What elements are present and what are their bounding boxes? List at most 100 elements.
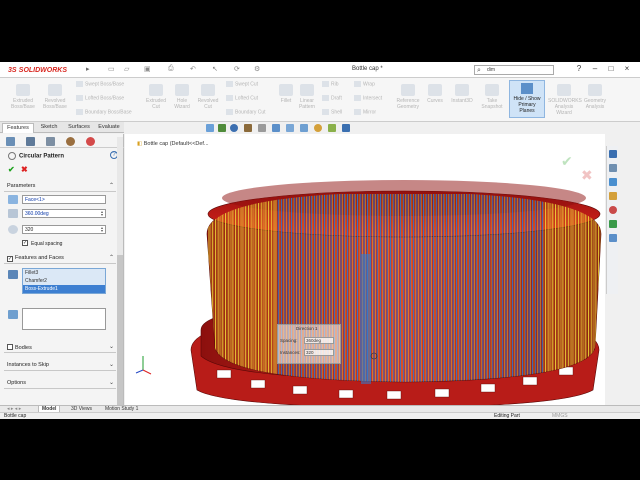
design-library-icon[interactable] — [609, 178, 617, 186]
rebuild-icon[interactable]: ⟳ — [234, 65, 240, 75]
display-manager-icon[interactable] — [86, 137, 95, 146]
circular-pattern-icon — [8, 152, 16, 160]
open-document-icon[interactable]: ▱ — [124, 65, 129, 75]
mirror-button[interactable]: Mirror — [354, 109, 376, 115]
scrollbar-thumb[interactable] — [117, 255, 123, 415]
reference-geometry-button[interactable]: Reference Geometry — [392, 84, 424, 110]
instant3d-button[interactable]: Instant3D — [448, 84, 476, 104]
revolved-boss-button[interactable]: Revolved Boss/Base — [40, 84, 70, 110]
command-manager-ribbon: Extruded Boss/Base Revolved Boss/Base Sw… — [0, 78, 640, 122]
confirmation-corner[interactable]: ✔ ✖ — [561, 154, 593, 184]
wrap-button[interactable]: Wrap — [354, 81, 375, 87]
close-button[interactable]: × — [622, 64, 632, 75]
graphics-area[interactable]: ◧ Bottle cap (Default<<Def... ✔ ✖ Direct… — [125, 134, 605, 405]
lofted-boss-button[interactable]: Lofted Boss/Base — [76, 95, 124, 101]
instances-spinner[interactable]: ▴ ▾ — [99, 226, 105, 233]
instances-to-skip-section-header[interactable]: Instances to Skip ⌄ — [4, 361, 116, 371]
draft-button[interactable]: Draft — [322, 95, 342, 101]
ok-check-icon[interactable]: ✔ — [8, 165, 15, 174]
bodies-checkbox[interactable] — [7, 344, 13, 350]
feature-manager-icon[interactable] — [6, 137, 15, 146]
features-faces-checkbox[interactable]: ✓ — [7, 256, 13, 262]
extruded-cut-button[interactable]: Extruded Cut — [142, 84, 170, 110]
status-units[interactable]: MMGS — [552, 413, 568, 419]
dynamic-annotation-icon[interactable] — [258, 124, 266, 132]
shell-button[interactable]: Shell — [322, 109, 342, 115]
lofted-cut-button[interactable]: Lofted Cut — [226, 95, 258, 101]
help-button[interactable]: ? — [574, 64, 584, 75]
undo-icon[interactable]: ↶ — [190, 65, 196, 75]
linear-pattern-button[interactable]: Linear Pattern — [296, 84, 318, 110]
cancel-x-icon[interactable]: ✖ — [21, 165, 28, 174]
hole-wizard-button[interactable]: Hole Wizard — [170, 84, 194, 110]
tab-sketch[interactable]: Sketch — [36, 123, 62, 133]
solidworks-forum-icon[interactable] — [609, 234, 617, 242]
custom-properties-icon[interactable] — [609, 220, 617, 228]
hide-show-items-icon[interactable] — [300, 124, 308, 132]
extruded-boss-button[interactable]: Extruded Boss/Base — [8, 84, 38, 110]
resources-icon[interactable] — [609, 164, 617, 172]
revolved-cut-button[interactable]: Revolved Cut — [194, 84, 222, 110]
list-item[interactable]: Chamfer2 — [23, 277, 105, 285]
file-explorer-icon[interactable] — [609, 192, 617, 200]
hide-show-primary-planes-button[interactable]: Hide / Show Primary Planes — [509, 80, 545, 118]
curves-button[interactable]: Curves — [424, 84, 446, 104]
select-icon[interactable]: ↖ — [212, 65, 218, 75]
edit-appearance-icon[interactable] — [314, 124, 322, 132]
faces-list[interactable] — [22, 308, 106, 330]
intersect-button[interactable]: Intersect — [354, 95, 382, 101]
new-document-icon[interactable]: ▭ — [108, 65, 115, 75]
view-orientation-icon[interactable] — [272, 124, 280, 132]
analysis-wizard-button[interactable]: SOLIDWORKS Analysis Wizard — [548, 84, 582, 116]
tab-surfaces[interactable]: Surfaces — [64, 123, 94, 133]
bottle-cap-model[interactable]: ✔ ✖ — [125, 134, 605, 405]
zoom-to-fit-icon[interactable] — [206, 124, 214, 132]
list-item[interactable]: Fillet3 — [23, 269, 105, 277]
angle-field[interactable]: 360.00deg ▴ ▾ — [22, 209, 106, 218]
list-item-selected[interactable]: Boss-Extrude1 — [23, 285, 105, 293]
features-faces-section-header[interactable]: ✓ Features and Faces ⌃ — [4, 254, 116, 264]
panel-scrollbar[interactable] — [117, 137, 123, 415]
tab-features[interactable]: Features — [2, 123, 34, 133]
bodies-section-header[interactable]: Bodies ⌄ — [4, 343, 116, 353]
features-list[interactable]: Fillet3 Chamfer2 Boss-Extrude1 — [22, 268, 106, 294]
fillet-button[interactable]: Fillet — [276, 84, 296, 104]
apply-scene-icon[interactable] — [328, 124, 336, 132]
previous-view-icon[interactable] — [230, 124, 238, 132]
maximize-button[interactable]: □ — [606, 64, 616, 75]
swept-boss-button[interactable]: Swept Boss/Base — [76, 81, 124, 87]
geometry-analysis-button[interactable]: Geometry Analysis — [580, 84, 610, 110]
configuration-manager-icon[interactable] — [46, 137, 55, 146]
options-section-header[interactable]: Options ⌄ — [4, 379, 116, 389]
axis-field[interactable]: Face<1> — [22, 195, 106, 204]
display-style-icon[interactable] — [286, 124, 294, 132]
swept-cut-button[interactable]: Swept Cut — [226, 81, 258, 87]
equal-spacing-label: Equal spacing — [31, 241, 63, 247]
appearances-icon[interactable] — [609, 206, 617, 214]
equal-spacing-checkbox[interactable]: ✓ — [22, 240, 28, 246]
instances-callout-field[interactable]: 320 — [304, 349, 334, 356]
take-snapshot-button[interactable]: Take Snapshot — [478, 84, 506, 110]
home-icon[interactable] — [609, 150, 617, 158]
search-input[interactable]: ⌕ dim — [474, 65, 554, 75]
axis-direction-icon[interactable] — [8, 195, 18, 204]
menu-expand-arrow-icon[interactable]: ▸ — [86, 65, 94, 75]
section-view-icon[interactable] — [244, 124, 252, 132]
view-settings-icon[interactable] — [342, 124, 350, 132]
angle-spinner[interactable]: ▴ ▾ — [99, 210, 105, 217]
save-icon[interactable]: ▣ — [144, 65, 151, 75]
boundary-boss-button[interactable]: Boundary Boss/Base — [76, 109, 132, 115]
zoom-area-icon[interactable] — [218, 124, 226, 132]
property-manager-icon[interactable] — [26, 137, 35, 146]
boundary-cut-button[interactable]: Boundary Cut — [226, 109, 266, 115]
tab-evaluate[interactable]: Evaluate — [95, 123, 123, 133]
solidworks-logo[interactable]: 3S SOLIDWORKS — [8, 65, 84, 77]
spacing-callout-field[interactable]: 360deg — [304, 337, 334, 344]
rib-button[interactable]: Rib — [322, 81, 339, 87]
parameters-section-header[interactable]: Parameters ⌃ — [4, 182, 116, 192]
options-gear-icon[interactable]: ⚙ — [254, 65, 260, 75]
instances-field[interactable]: 320 ▴ ▾ — [22, 225, 106, 234]
print-icon[interactable]: ⎙ — [168, 65, 174, 75]
dimxpert-icon[interactable] — [66, 137, 75, 146]
minimize-button[interactable]: – — [590, 64, 600, 75]
